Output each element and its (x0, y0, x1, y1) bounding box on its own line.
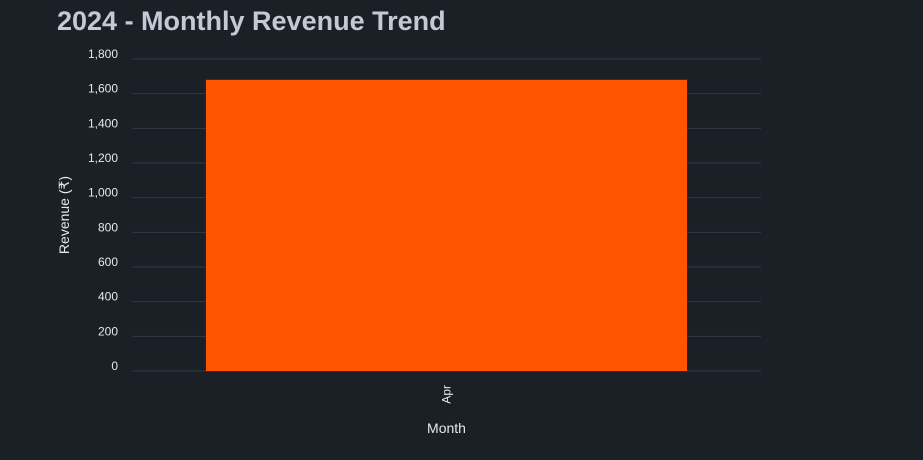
y-tick-label: 400 (98, 290, 118, 304)
chart-container: 2024 - Monthly Revenue Trend 0 200 400 600 8… (0, 0, 923, 460)
x-tick-label: Apr (440, 385, 454, 404)
x-axis-label: Month (427, 420, 466, 436)
y-tick-label: 1,200 (88, 151, 118, 165)
y-tick-label: 800 (98, 220, 118, 234)
y-tick-label: 0 (111, 359, 118, 373)
y-axis-label: Revenue (₹) (56, 176, 72, 254)
y-tick-label: 200 (98, 324, 118, 338)
x-tick-labels: Apr (440, 385, 454, 404)
y-tick-label: 1,600 (88, 82, 118, 96)
y-tick-label: 1,000 (88, 186, 118, 200)
y-tick-labels: 0 200 400 600 800 1,000 1,200 1,400 1,600 1,800 (88, 47, 118, 373)
bar-apr[interactable] (205, 79, 688, 372)
bar-chart: 0 200 400 600 800 1,000 1,200 1,400 1,600 1,800 A… (56, 47, 761, 436)
bars (205, 79, 688, 372)
y-tick-label: 1,400 (88, 116, 118, 130)
y-tick-label: 1,800 (88, 47, 118, 61)
y-tick-label: 600 (98, 255, 118, 269)
